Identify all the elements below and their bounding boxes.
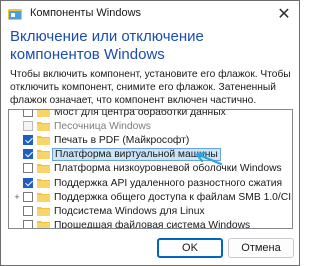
features-tree[interactable]: Мост для центра обработки данных Песочниц…: [8, 109, 293, 229]
feature-row[interactable]: Печать в PDF (Майкрософт): [9, 134, 292, 147]
folder-icon: [37, 110, 50, 117]
feature-checkbox[interactable]: [23, 110, 33, 117]
feature-checkbox[interactable]: [23, 177, 33, 188]
window-title: Компоненты Windows: [30, 7, 142, 19]
feature-row[interactable]: Поддержка API удаленного разностного сжа…: [9, 177, 292, 190]
feature-checkbox[interactable]: [23, 149, 33, 160]
feature-checkbox[interactable]: [23, 163, 33, 174]
folder-icon: [37, 150, 50, 160]
feature-checkbox[interactable]: [23, 219, 33, 228]
feature-label: Платформа низкоуровневой оболочки Window…: [54, 163, 282, 175]
feature-label: Прошедшая файловая система Windows: [54, 219, 251, 229]
folder-icon: [37, 136, 50, 146]
folder-icon: [37, 122, 50, 132]
feature-row[interactable]: Мост для центра обработки данных: [9, 109, 292, 119]
feature-row[interactable]: Платформа виртуальной машины: [9, 148, 292, 162]
feature-label: Подсистема Windows для Linux: [54, 205, 205, 217]
feature-row[interactable]: + Поддержка общего доступа к файлам SMB 1…: [9, 191, 292, 204]
feature-row[interactable]: Прошедшая файловая система Windows: [9, 219, 292, 229]
description-text: Чтобы включить компонент, установите его…: [10, 69, 291, 106]
dialog-window: Компоненты Windows ✕ Включение или отклю…: [0, 0, 300, 266]
feature-row[interactable]: Подсистема Windows для Linux: [9, 205, 292, 218]
expand-plus-icon[interactable]: +: [13, 192, 21, 201]
feature-label: Поддержка общего доступа к файлам SMB 1.…: [54, 191, 293, 203]
page-title: Включение или отключение компонентов Win…: [10, 28, 204, 63]
app-icon: [8, 9, 22, 20]
ok-button[interactable]: OK: [157, 238, 223, 258]
feature-checkbox[interactable]: [23, 191, 33, 202]
folder-icon: [37, 192, 50, 202]
feature-checkbox[interactable]: [23, 205, 33, 216]
feature-label: Поддержка API удаленного разностного сжа…: [54, 177, 283, 189]
feature-checkbox[interactable]: [23, 135, 33, 146]
pointer-arrow-icon: [195, 152, 223, 166]
feature-checkbox[interactable]: [23, 121, 33, 132]
folder-icon: [37, 206, 50, 216]
feature-label: Мост для центра обработки данных: [54, 109, 226, 118]
feature-label: Печать в PDF (Майкрософт): [54, 135, 190, 147]
folder-icon: [37, 164, 50, 174]
cancel-button[interactable]: Отмена: [228, 238, 294, 258]
feature-label: Песочница Windows: [54, 121, 151, 133]
folder-icon: [37, 178, 50, 188]
title-bar[interactable]: Компоненты Windows ✕: [1, 1, 299, 28]
feature-row[interactable]: Платформа низкоуровневой оболочки Window…: [9, 162, 292, 175]
close-button[interactable]: ✕: [271, 3, 297, 25]
close-icon: ✕: [277, 6, 291, 23]
feature-row[interactable]: Песочница Windows: [9, 120, 292, 133]
folder-icon: [37, 220, 50, 228]
